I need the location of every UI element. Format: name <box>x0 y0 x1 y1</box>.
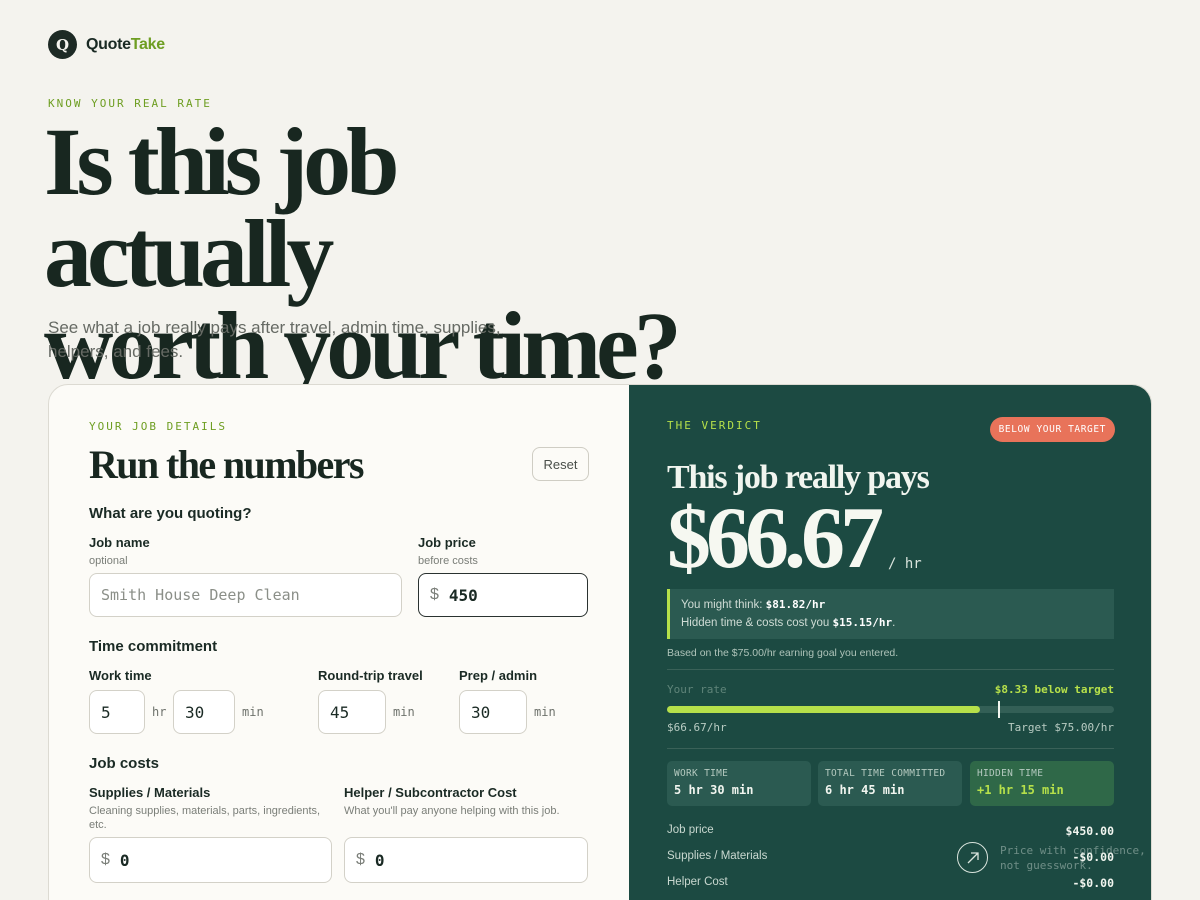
stat-work-time: WORK TIME 5 hr 30 min <box>667 761 811 806</box>
line-item-job-price: Job price $450.00 <box>667 824 1114 838</box>
prep-value: 30 <box>471 702 491 722</box>
line-item-label: Supplies / Materials <box>667 850 768 862</box>
form-title: Run the numbers <box>89 442 364 487</box>
supplies-value: 0 <box>119 850 130 870</box>
job-price-hint: before costs <box>418 555 478 567</box>
hourly-rate-unit: / hr <box>888 556 922 572</box>
target-marker <box>997 701 1000 718</box>
hidden-cost-callout: You might think: $81.82/hr Hidden time &… <box>667 589 1114 639</box>
arrow-up-right-icon[interactable] <box>957 842 988 873</box>
brand-logo[interactable]: Q QuoteTake <box>48 30 165 59</box>
callout-line1: You might think: $81.82/hr <box>681 596 1114 614</box>
prep-input[interactable]: 30 <box>459 690 527 734</box>
brand-name-part1: Quote <box>86 35 131 53</box>
supplies-hint: Cleaning supplies, materials, parts, ing… <box>89 805 321 831</box>
stat-key: WORK TIME <box>674 768 729 779</box>
hourly-rate: $66.67 <box>667 490 884 587</box>
work-minutes-input[interactable]: 30 <box>173 690 235 734</box>
stat-total-time: TOTAL TIME COMMITTED 6 hr 45 min <box>818 761 962 806</box>
brand-name-part2: Take <box>130 35 165 53</box>
floating-tagline-line1: Price with confidence, <box>1000 844 1146 857</box>
stat-key: HIDDEN TIME <box>977 768 1044 779</box>
travel-value: 45 <box>330 702 350 722</box>
job-name-placeholder: Smith House Deep Clean <box>101 586 300 604</box>
callout-line2: Hidden time & costs cost you $15.15/hr. <box>681 614 1114 632</box>
goal-note: Based on the $75.00/hr earning goal you … <box>667 647 899 659</box>
below-target-label: $8.33 below target <box>994 683 1114 696</box>
line-item-amount: $450.00 <box>1065 824 1114 838</box>
reset-button[interactable]: Reset <box>532 447 589 481</box>
brand-name: QuoteTake <box>86 36 165 54</box>
verdict-eyebrow: THE VERDICT <box>667 419 762 432</box>
job-name-hint: optional <box>89 555 128 567</box>
stat-key: TOTAL TIME COMMITTED <box>825 768 946 779</box>
naive-rate: $81.82/hr <box>765 598 826 611</box>
job-details-form: YOUR JOB DETAILS Run the numbers Reset W… <box>49 385 629 900</box>
job-price-value: 450 <box>448 585 478 605</box>
work-time-label: Work time <box>89 668 152 683</box>
line-item-label: Helper Cost <box>667 876 728 888</box>
hidden-cost-rate: $15.15/hr <box>832 616 893 629</box>
job-name-input[interactable]: Smith House Deep Clean <box>89 573 402 617</box>
travel-unit: min <box>393 705 415 719</box>
current-rate-label: $66.67/hr <box>667 721 727 734</box>
line-item-label: Job price <box>667 824 714 836</box>
prep-unit: min <box>534 705 556 719</box>
rate-progress-fill <box>667 706 980 713</box>
target-rate-label: Target $75.00/hr <box>1008 721 1114 734</box>
work-hours-unit: hr <box>152 705 167 719</box>
currency-symbol: $ <box>430 586 439 603</box>
supplies-label: Supplies / Materials <box>89 785 211 800</box>
form-eyebrow: YOUR JOB DETAILS <box>89 420 227 433</box>
stat-hidden-time: HIDDEN TIME +1 hr 15 min <box>970 761 1114 806</box>
helper-value: 0 <box>374 850 385 870</box>
brand-mark-icon: Q <box>48 30 77 59</box>
floating-tagline-line2: not guesswork. <box>1000 859 1093 872</box>
helper-label: Helper / Subcontractor Cost <box>344 785 517 800</box>
your-rate-label: Your rate <box>667 683 727 696</box>
job-price-label: Job price <box>418 535 476 550</box>
prep-label: Prep / admin <box>459 668 538 683</box>
status-badge: BELOW YOUR TARGET <box>989 417 1115 442</box>
calculator-card: YOUR JOB DETAILS Run the numbers Reset W… <box>48 384 1152 900</box>
time-heading: Time commitment <box>89 638 218 655</box>
work-minutes-value: 30 <box>185 702 205 722</box>
line-item-helper: Helper Cost -$0.00 <box>667 876 1114 890</box>
stat-value: 6 hr 45 min <box>825 783 905 797</box>
rate-progress-bar <box>667 701 1114 718</box>
work-minutes-unit: min <box>242 705 264 719</box>
callout-line2-prefix: Hidden time & costs cost you <box>681 617 833 629</box>
callout-line2-suffix: . <box>892 617 896 629</box>
helper-hint: What you'll pay anyone helping with this… <box>344 805 560 817</box>
work-hours-value: 5 <box>101 702 111 722</box>
currency-symbol: $ <box>101 851 110 868</box>
job-price-input[interactable]: $ 450 <box>418 573 588 617</box>
progress-labels: $66.67/hr Target $75.00/hr <box>667 721 1114 734</box>
work-hours-input[interactable]: 5 <box>89 690 145 734</box>
job-name-label: Job name <box>89 535 150 550</box>
line-item-amount: -$0.00 <box>1072 876 1114 890</box>
currency-symbol: $ <box>356 851 365 868</box>
stat-value: +1 hr 15 min <box>977 783 1064 797</box>
hero-title-line1: Is this job actually <box>44 108 399 307</box>
callout-line1-prefix: You might think: <box>681 599 766 611</box>
travel-label: Round-trip travel <box>318 668 423 683</box>
divider <box>667 669 1114 670</box>
travel-input[interactable]: 45 <box>318 690 386 734</box>
supplies-input[interactable]: $ 0 <box>89 837 332 883</box>
costs-heading: Job costs <box>89 755 160 772</box>
hero-subtitle: See what a job really pays after travel,… <box>48 318 501 361</box>
divider <box>667 748 1114 749</box>
floating-tagline: Price with confidence, not guesswork. <box>1000 843 1146 873</box>
quoting-heading: What are you quoting? <box>89 505 252 522</box>
helper-input[interactable]: $ 0 <box>344 837 588 883</box>
verdict-panel: THE VERDICT BELOW YOUR TARGET This job r… <box>629 385 1151 900</box>
stat-value: 5 hr 30 min <box>674 783 754 797</box>
